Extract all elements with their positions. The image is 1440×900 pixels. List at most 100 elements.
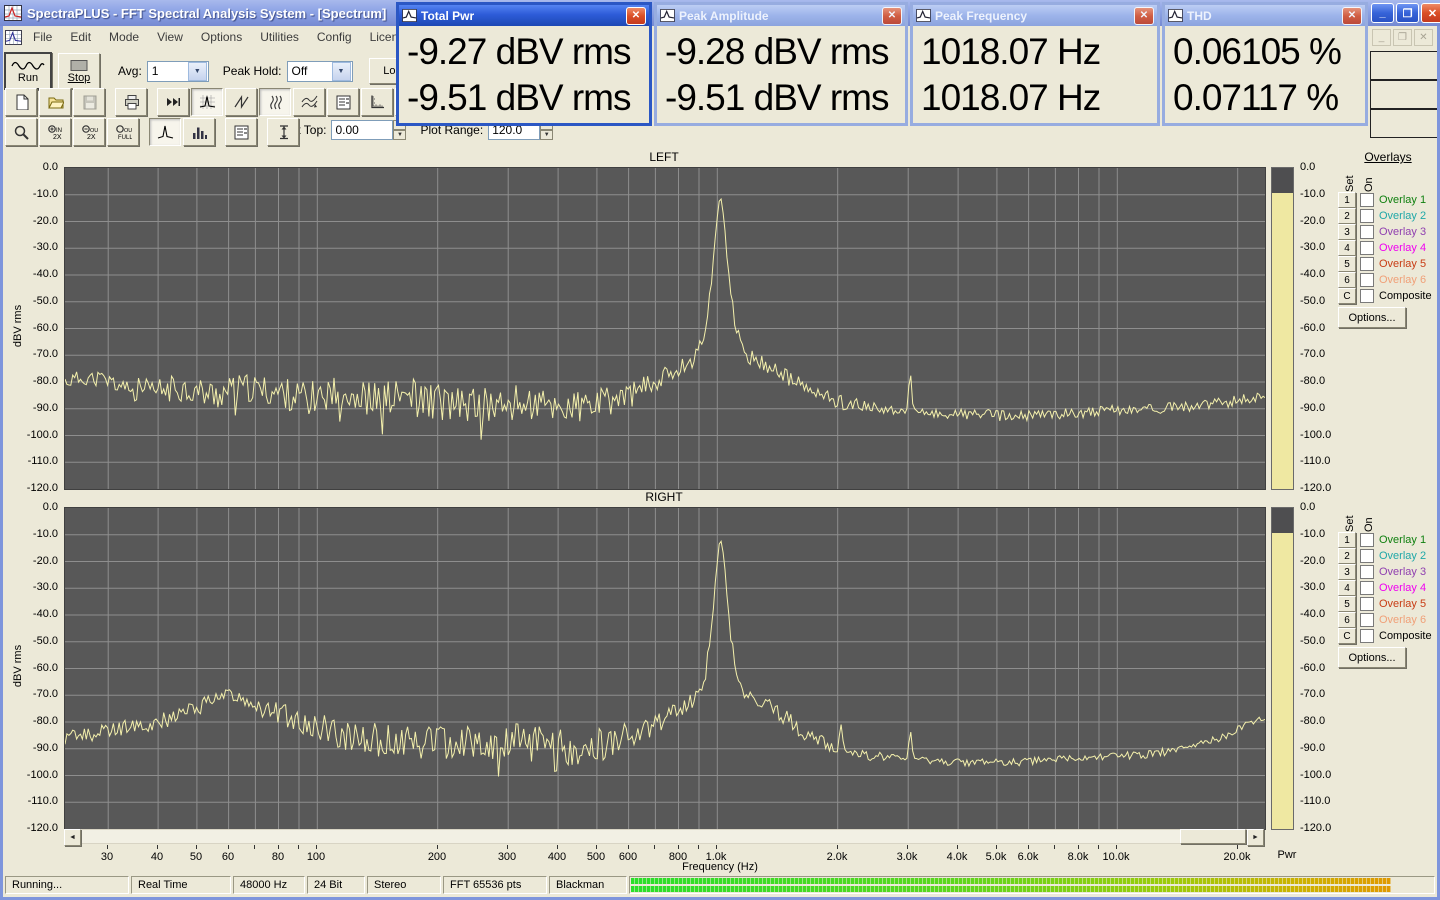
overlay-set-button-5[interactable]: 5 xyxy=(1338,596,1356,612)
overlay-on-checkbox-6[interactable] xyxy=(1360,613,1374,627)
menu-item-edit[interactable]: Edit xyxy=(61,28,100,46)
spectrogram-button[interactable] xyxy=(259,88,291,116)
meter-close-icon[interactable]: ✕ xyxy=(1134,7,1154,25)
menu-item-config[interactable]: Config xyxy=(308,28,361,46)
stop-button[interactable]: Stop xyxy=(58,53,100,89)
meter-window-titlebar[interactable]: THD✕ xyxy=(1165,5,1365,26)
histogram-button[interactable] xyxy=(183,118,215,146)
scroll-left-button[interactable]: ◄ xyxy=(64,829,81,846)
overlay-on-checkbox-c[interactable] xyxy=(1360,629,1374,643)
waterfall-button[interactable] xyxy=(293,88,325,116)
scrollbar-track[interactable] xyxy=(64,829,1264,844)
vertical-range-button[interactable] xyxy=(267,118,299,146)
new-file-button[interactable] xyxy=(5,88,37,116)
overlay-on-checkbox-5[interactable] xyxy=(1360,257,1374,271)
mdi-close-button[interactable]: ✕ xyxy=(1414,29,1433,46)
menu-item-utilities[interactable]: Utilities xyxy=(251,28,308,46)
close-button[interactable]: ✕ xyxy=(1421,3,1440,23)
overlay-on-checkbox-4[interactable] xyxy=(1360,581,1374,595)
avg-dropdown[interactable]: 1 ▼ xyxy=(147,61,209,82)
overlay-on-checkbox-5[interactable] xyxy=(1360,597,1374,611)
phase-line-button[interactable] xyxy=(225,88,257,116)
minimize-button[interactable]: _ xyxy=(1371,3,1394,23)
meter-window-peak-amplitude[interactable]: Peak Amplitude✕-9.28 dBV rms-9.51 dBV rm… xyxy=(654,2,908,126)
zoom-out-2x-button[interactable]: OUT2X xyxy=(73,118,105,146)
x-axis-title: Frequency (Hz) xyxy=(620,861,820,873)
overlay-set-button-4[interactable]: 4 xyxy=(1338,580,1356,596)
spectrum-grid-button[interactable] xyxy=(191,88,223,116)
overlay-set-button-1[interactable]: 1 xyxy=(1338,192,1356,208)
mdi-minimize-button[interactable]: _ xyxy=(1372,29,1391,46)
overlay-set-button-6[interactable]: 6 xyxy=(1338,272,1356,288)
overlay-set-button-2[interactable]: 2 xyxy=(1338,548,1356,564)
scrollbar-thumb[interactable] xyxy=(1180,829,1246,844)
plot-top-input[interactable] xyxy=(331,120,393,140)
open-folder-button[interactable] xyxy=(39,88,71,116)
run-button[interactable]: Run xyxy=(4,52,52,90)
control-panel2-button[interactable] xyxy=(225,118,257,146)
overlays-options-button[interactable]: Options... xyxy=(1338,307,1406,328)
mdi-restore-button[interactable]: ❐ xyxy=(1393,29,1412,46)
overlay-on-checkbox-6[interactable] xyxy=(1360,273,1374,287)
spectrum-plot-left[interactable] xyxy=(64,167,1266,490)
peak-curve-button[interactable] xyxy=(149,118,181,146)
spectrogram-icon xyxy=(267,94,284,110)
menu-item-file[interactable]: File xyxy=(24,28,61,46)
magnifier-button[interactable] xyxy=(5,118,37,146)
menu-item-mode[interactable]: Mode xyxy=(100,28,148,46)
menu-item-options[interactable]: Options xyxy=(192,28,251,46)
avg-dropdown-arrow[interactable]: ▼ xyxy=(188,62,207,81)
overlay-set-button-3[interactable]: 3 xyxy=(1338,224,1356,240)
menu-item-view[interactable]: View xyxy=(148,28,192,46)
overlay-set-button-c[interactable]: C xyxy=(1338,628,1356,644)
spectrum-plot-right[interactable] xyxy=(64,507,1266,830)
print-button[interactable] xyxy=(115,88,147,116)
overlay-set-button-5[interactable]: 5 xyxy=(1338,256,1356,272)
x-tick-mark xyxy=(1078,845,1079,849)
overlay-on-checkbox-3[interactable] xyxy=(1360,225,1374,239)
overlay-row: 5Overlay 5 xyxy=(1338,596,1438,612)
meter-window-titlebar[interactable]: Peak Frequency✕ xyxy=(913,5,1157,26)
meter-window-titlebar[interactable]: Total Pwr✕ xyxy=(399,5,649,26)
meter-close-icon[interactable]: ✕ xyxy=(626,7,646,25)
overlay-set-button-6[interactable]: 6 xyxy=(1338,612,1356,628)
x-tick-label: 2.0k xyxy=(815,851,859,863)
overlay-set-button-3[interactable]: 3 xyxy=(1338,564,1356,580)
overlay-set-button-1[interactable]: 1 xyxy=(1338,532,1356,548)
overlay-set-button-4[interactable]: 4 xyxy=(1338,240,1356,256)
spectrum-svg xyxy=(64,167,1266,490)
status-panel: Real Time xyxy=(131,876,231,894)
meter-close-icon[interactable]: ✕ xyxy=(1342,7,1362,25)
meter-window-peak-frequency[interactable]: Peak Frequency✕1018.07 Hz1018.07 Hz xyxy=(910,2,1160,126)
peak-hold-dropdown[interactable]: Off ▼ xyxy=(287,61,353,82)
mdi-child-icon[interactable] xyxy=(5,30,22,45)
plot-channel-title: LEFT xyxy=(64,150,1264,164)
control-panel-button[interactable] xyxy=(327,88,359,116)
overlay-on-checkbox-c[interactable] xyxy=(1360,289,1374,303)
frequency-scrollbar[interactable]: ◄► xyxy=(64,829,1264,844)
overlay-set-button-c[interactable]: C xyxy=(1338,288,1356,304)
meter-window-titlebar[interactable]: Peak Amplitude✕ xyxy=(657,5,905,26)
meter-window-thd[interactable]: THD✕0.06105 %0.07117 % xyxy=(1162,2,1368,126)
zoom-in-2x-button[interactable]: IN2X xyxy=(39,118,71,146)
y-tick-label: -20.0 xyxy=(8,555,58,567)
overlays-options-button[interactable]: Options... xyxy=(1338,647,1406,668)
vertical-range-icon xyxy=(275,124,292,140)
scroll-right-button[interactable]: ► xyxy=(1247,829,1264,846)
zoom-full-button[interactable]: OUTFULL xyxy=(107,118,139,146)
toolbar-edge-cell xyxy=(1370,51,1440,80)
overlay-on-checkbox-1[interactable] xyxy=(1360,193,1374,207)
overlay-on-checkbox-2[interactable] xyxy=(1360,549,1374,563)
overlay-label: Overlay 2 xyxy=(1379,210,1426,222)
meter-close-icon[interactable]: ✕ xyxy=(882,7,902,25)
overlay-set-button-2[interactable]: 2 xyxy=(1338,208,1356,224)
maximize-button[interactable]: ❐ xyxy=(1396,3,1419,23)
peak-hold-dropdown-arrow[interactable]: ▼ xyxy=(332,62,351,81)
overlay-on-checkbox-3[interactable] xyxy=(1360,565,1374,579)
meter-window-total-pwr[interactable]: Total Pwr✕-9.27 dBV rms-9.51 dBV rms xyxy=(396,2,652,126)
overlay-on-checkbox-2[interactable] xyxy=(1360,209,1374,223)
ruler-button[interactable] xyxy=(361,88,393,116)
ff-arrows-button[interactable] xyxy=(157,88,189,116)
overlay-on-checkbox-4[interactable] xyxy=(1360,241,1374,255)
overlay-on-checkbox-1[interactable] xyxy=(1360,533,1374,547)
